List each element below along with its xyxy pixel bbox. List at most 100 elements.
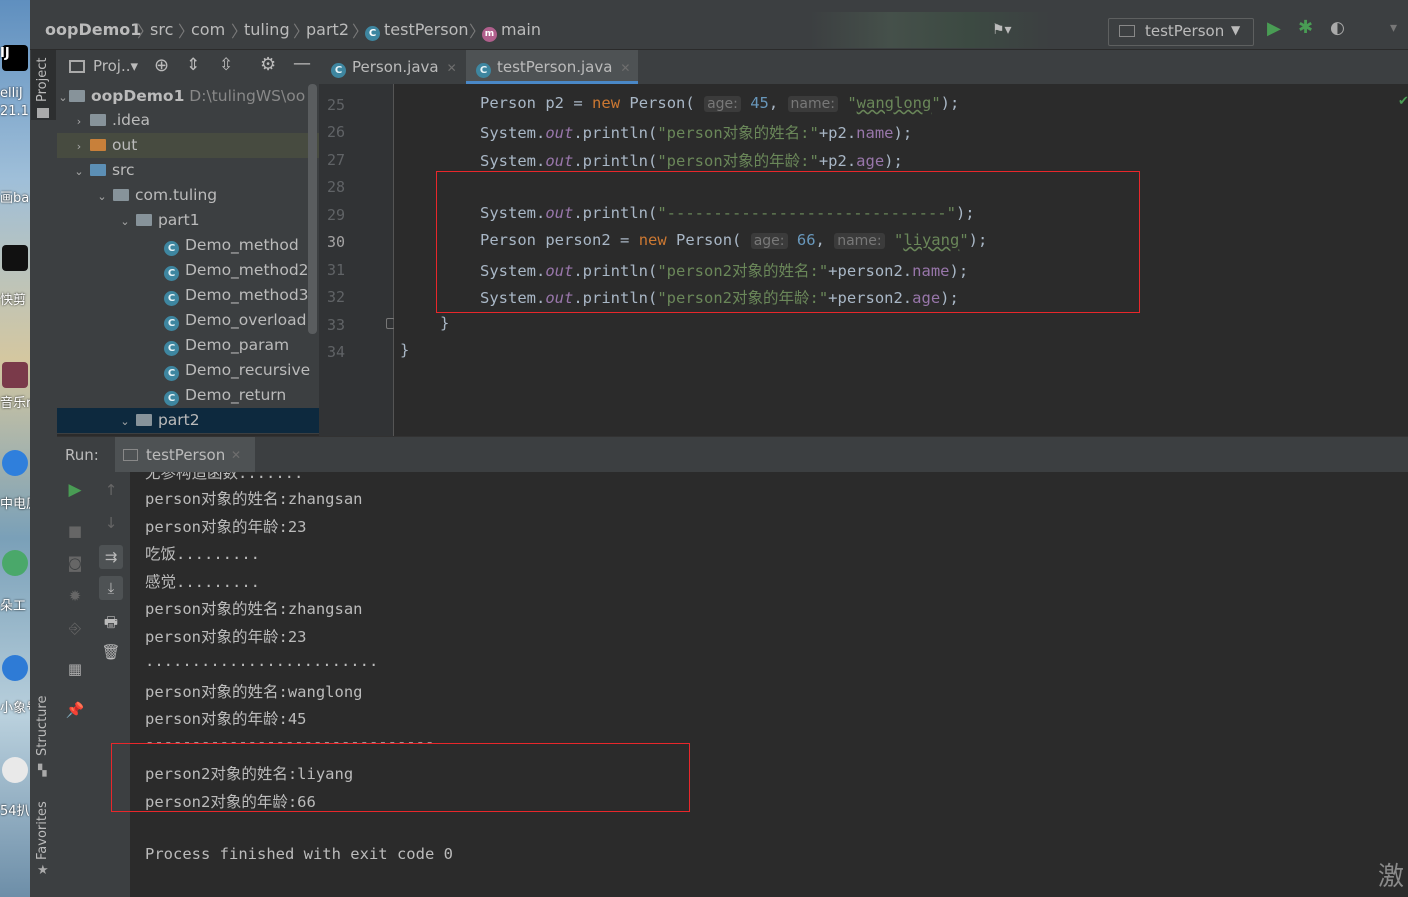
- print-icon[interactable]: 🖶: [101, 612, 121, 632]
- project-view-selector[interactable]: Proj..▾: [93, 57, 138, 75]
- app-desktop-icon[interactable]: [2, 655, 28, 681]
- app-desktop-icon[interactable]: [2, 550, 28, 576]
- code-line-25: Person p2 = new Person( age: 45, name: "…: [480, 94, 960, 112]
- breadcrumb-method[interactable]: m main: [482, 20, 541, 42]
- tree-item-class[interactable]: C Demo_method2: [164, 258, 319, 283]
- desktop-label: 54扒: [0, 804, 30, 819]
- tree-item-part2[interactable]: ⌄ part2: [57, 408, 319, 433]
- tree-item-class[interactable]: C Demo_method: [164, 233, 319, 258]
- video-desktop-icon[interactable]: [2, 362, 28, 388]
- hide-panel-icon[interactable]: —: [293, 53, 311, 74]
- tree-item-label: src: [111, 161, 135, 179]
- breadcrumb-project[interactable]: oopDemo1: [45, 20, 141, 39]
- arrow-down-icon[interactable]: ↓: [101, 513, 121, 533]
- app-desktop-icon[interactable]: [2, 450, 28, 476]
- tree-item-class[interactable]: C Demo_overload: [164, 308, 319, 333]
- scroll-to-end-icon[interactable]: ⤓: [99, 576, 123, 600]
- code-string: ": [931, 94, 941, 112]
- no-problems-check-icon[interactable]: ✔: [1398, 94, 1408, 109]
- trash-icon[interactable]: 🗑: [101, 642, 121, 662]
- project-tool-label[interactable]: Project: [35, 58, 50, 102]
- rerun-icon[interactable]: ▶: [65, 480, 85, 500]
- chevron-right-icon: ›: [76, 140, 82, 153]
- debug-icon[interactable]: ✱: [1298, 17, 1313, 38]
- tree-item-class[interactable]: C Demo_recursive: [164, 358, 319, 383]
- star-icon: ★: [37, 863, 49, 878]
- exit-icon[interactable]: ⎆: [65, 618, 85, 638]
- breadcrumb-com[interactable]: com: [191, 20, 225, 39]
- breadcrumb-part2[interactable]: part2: [306, 20, 349, 39]
- breadcrumb-class[interactable]: CtestPerson: [365, 20, 469, 41]
- tree-item-label: oopDemo1: [91, 87, 185, 105]
- favorites-tool-label[interactable]: Favorites: [35, 801, 50, 860]
- soft-wrap-icon[interactable]: ⇉: [99, 545, 123, 569]
- close-icon[interactable]: ✕: [620, 61, 630, 75]
- run-configuration-selector[interactable]: testPerson ▼: [1108, 18, 1254, 46]
- structure-tool-label[interactable]: Structure: [35, 696, 50, 756]
- breadcrumb-class-label: testPerson: [384, 20, 469, 39]
- tree-item-class[interactable]: C Demo_param: [164, 333, 319, 358]
- left-tool-strip: Project Structure ▚ Favorites ★: [30, 50, 58, 897]
- tree-item-class[interactable]: C Demo_method3: [164, 283, 319, 308]
- vcs-user-icon[interactable]: ⚑▾: [992, 22, 1012, 38]
- tree-item-label: Demo_return: [185, 386, 287, 404]
- class-icon: C: [164, 316, 179, 331]
- module-folder-icon: [69, 90, 85, 102]
- desktop-label: 快剪: [0, 293, 27, 308]
- code-token: System.: [480, 124, 546, 142]
- run-toolbar-primary: ▶ ■ ◙ ✹ ⎆ ▦ 📌: [57, 472, 92, 897]
- settings-icon[interactable]: ✹: [65, 586, 85, 606]
- line-number: 33: [326, 316, 345, 334]
- pin-icon[interactable]: 📌: [65, 700, 85, 720]
- code-string: wanglong: [856, 94, 932, 112]
- tree-item-label: Demo_method2: [185, 261, 309, 279]
- tree-scrollbar[interactable]: [308, 84, 317, 334]
- tree-item-oopdemo1[interactable]: ⌄ oopDemo1 D:\tulingWS\oopD: [57, 84, 305, 109]
- layout-icon[interactable]: ▦: [65, 659, 85, 679]
- tree-item-class[interactable]: C Demo_return: [164, 383, 319, 408]
- gear-icon[interactable]: ⚙: [260, 54, 276, 75]
- expand-all-icon[interactable]: ⇕: [186, 55, 200, 75]
- close-icon[interactable]: ✕: [231, 448, 241, 462]
- breadcrumb-src[interactable]: src: [150, 20, 173, 39]
- desktop-label: IJ: [0, 46, 10, 61]
- class-icon: C: [164, 366, 179, 381]
- tree-item-out[interactable]: › out: [57, 133, 319, 158]
- run-icon[interactable]: ▶: [1267, 18, 1281, 39]
- package-icon: [112, 189, 129, 201]
- code-line-33: }: [440, 314, 450, 332]
- code-field: out: [545, 152, 574, 170]
- code-token: +p2.: [818, 152, 857, 170]
- tree-item-com-tuling[interactable]: ⌄ com.tuling: [96, 183, 319, 208]
- kuaijian-desktop-icon[interactable]: [2, 245, 28, 271]
- console-output[interactable]: 无参构造函数....... person对象的姓名:zhangsan perso…: [130, 472, 1408, 897]
- code-field: age: [856, 152, 885, 170]
- stop-icon[interactable]: ■: [65, 521, 85, 541]
- tree-item-label: .idea: [111, 111, 151, 129]
- folder-icon: [37, 108, 49, 118]
- tree-item-idea[interactable]: › .idea: [73, 108, 319, 133]
- collapse-all-icon[interactable]: ⇳: [219, 55, 233, 75]
- tree-item-src[interactable]: ⌄ src: [73, 158, 319, 183]
- tab-person-java[interactable]: C Person.java ✕: [323, 50, 463, 84]
- line-number: 34: [326, 343, 345, 361]
- structure-icon: ▚: [38, 764, 47, 777]
- code-token: .println(: [573, 152, 658, 170]
- run-config-icon: [123, 449, 138, 461]
- chevron-down-icon: ⌄: [74, 165, 84, 178]
- breadcrumb-tuling[interactable]: tuling: [244, 20, 290, 39]
- browser-desktop-icon[interactable]: [2, 757, 28, 783]
- tree-item-part1[interactable]: ⌄ part1: [119, 208, 319, 233]
- class-icon: C: [365, 26, 380, 41]
- arrow-up-icon[interactable]: ↑: [101, 480, 121, 500]
- more-icon[interactable]: ▾: [1390, 20, 1397, 36]
- coverage-icon[interactable]: ◐: [1330, 18, 1345, 38]
- close-icon[interactable]: ✕: [447, 61, 457, 75]
- param-hint: name:: [787, 96, 838, 112]
- tab-run-testperson[interactable]: testPerson ✕: [115, 437, 255, 473]
- locate-icon[interactable]: ⊕: [154, 55, 169, 76]
- camera-icon[interactable]: ◙: [65, 553, 85, 573]
- line-number: 29: [326, 206, 345, 224]
- console-line: 吃饭.........: [145, 545, 260, 563]
- tab-testperson-java[interactable]: CtestPerson.java ✕: [466, 50, 638, 84]
